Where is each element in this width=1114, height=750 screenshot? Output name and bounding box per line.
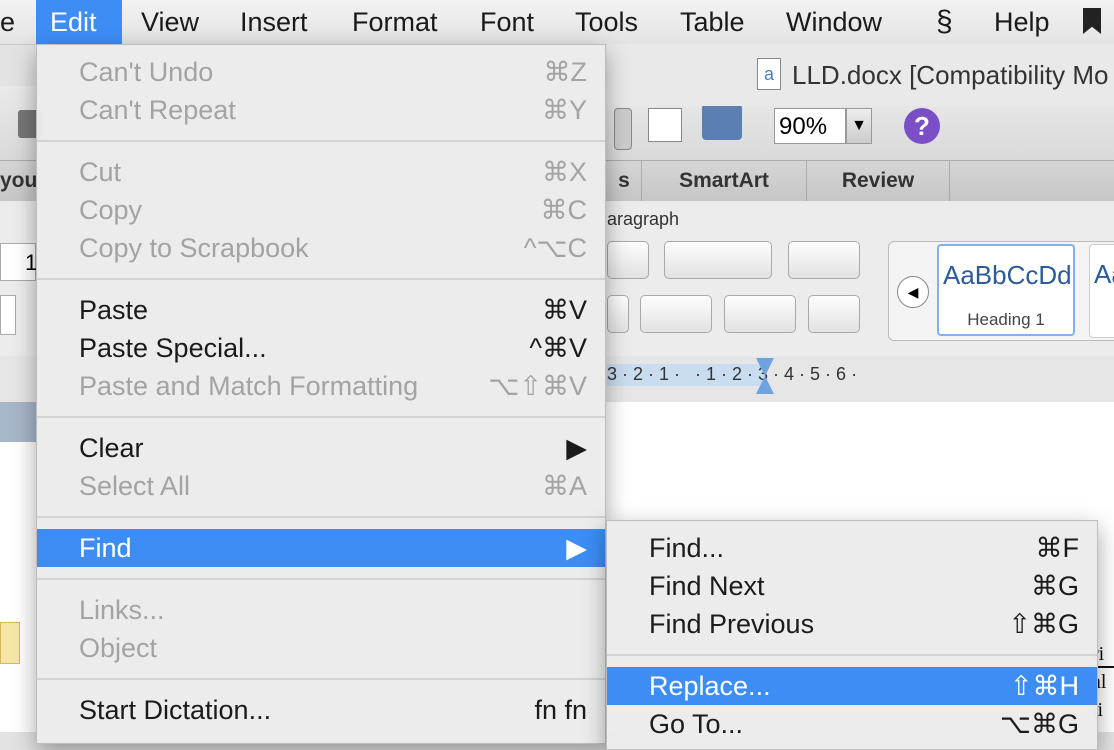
sticky-note-icon xyxy=(0,622,20,664)
menu-help[interactable]: Help xyxy=(980,0,1064,44)
document-icon: a xyxy=(757,58,781,90)
edit-menu: Can't Undo ⌘Z Can't Repeat ⌘Y Cut ⌘X Copy ⌘C… xyxy=(36,44,606,744)
menu-item-replace[interactable]: Replace... ⇧⌘H xyxy=(607,667,1097,705)
submenu-arrow-icon: ▶ xyxy=(566,433,587,463)
sort-button[interactable] xyxy=(808,295,860,333)
tab-layout[interactable]: you xyxy=(0,161,37,201)
table-icon[interactable] xyxy=(648,108,682,142)
submenu-arrow-icon: ▶ xyxy=(566,533,587,563)
menu-item-go-to[interactable]: Go To... ⌥⌘G xyxy=(607,705,1097,743)
menu-window[interactable]: Window xyxy=(772,0,896,44)
zoom-field[interactable]: 90% xyxy=(774,108,846,144)
find-submenu: Find... ⌘F Find Next ⌘G Find Previous ⇧⌘G R… xyxy=(606,520,1098,750)
menu-separator xyxy=(607,654,1097,656)
menu-item-paste-special[interactable]: Paste Special... ^⌘V xyxy=(37,329,605,367)
borders-button[interactable] xyxy=(724,295,796,333)
menu-item-object[interactable]: Object xyxy=(37,629,605,667)
menu-separator xyxy=(37,278,605,280)
menu-item-start-dictation[interactable]: Start Dictation... fn fn xyxy=(37,691,605,729)
indent-buttons[interactable] xyxy=(664,241,772,279)
columns-button[interactable] xyxy=(788,241,860,279)
tab-smartart[interactable]: SmartArt xyxy=(642,161,807,201)
paragraph-group-label: aragraph xyxy=(607,209,680,229)
font-size-field[interactable]: 1 xyxy=(0,243,37,281)
style-next[interactable]: Aa xyxy=(1089,244,1114,338)
menu-item-find-dialog[interactable]: Find... ⌘F xyxy=(607,529,1097,567)
menu-edit[interactable]: Edit xyxy=(36,0,122,44)
menu-item-paste-match-formatting[interactable]: Paste and Match Formatting ⌥⇧⌘V xyxy=(37,367,605,405)
menu-insert[interactable]: Insert xyxy=(226,0,322,44)
line-spacing-button[interactable] xyxy=(640,295,712,333)
menu-separator xyxy=(37,678,605,680)
sidebar-strip xyxy=(0,402,36,442)
menu-item-copy-to-scrapbook[interactable]: Copy to Scrapbook ^⌥C xyxy=(37,229,605,267)
style-preview-2: Aa xyxy=(1094,259,1114,289)
menu-item-links[interactable]: Links... xyxy=(37,591,605,629)
menu-format[interactable]: Format xyxy=(338,0,452,44)
justify-button[interactable] xyxy=(607,295,629,333)
style-name: Heading 1 xyxy=(967,310,1045,329)
window-titlebar: a LLD.docx [Compatibility Mo xyxy=(607,44,1114,106)
menu-tools[interactable]: Tools xyxy=(561,0,652,44)
menu-item-undo[interactable]: Can't Undo ⌘Z xyxy=(37,53,605,91)
menu-item-find-previous[interactable]: Find Previous ⇧⌘G xyxy=(607,605,1097,643)
tab-tables[interactable]: s xyxy=(607,161,642,201)
numbering-button[interactable] xyxy=(607,241,649,279)
menu-font[interactable]: Font xyxy=(466,0,548,44)
menu-item-find[interactable]: Find ▶ xyxy=(37,529,605,567)
menu-separator xyxy=(37,140,605,142)
menu-item-cut[interactable]: Cut ⌘X xyxy=(37,153,605,191)
style-heading-1[interactable]: AaBbCcDd Heading 1 xyxy=(937,244,1075,336)
menu-item-copy[interactable]: Copy ⌘C xyxy=(37,191,605,229)
ruler-scale: 3 · 2 · 1 · · 1 · 2 · 3 · 4 · 5 · 6 · xyxy=(607,364,858,384)
zoom-dropdown-icon[interactable]: ▼ xyxy=(846,108,872,144)
menu-item-select-all[interactable]: Select All ⌘A xyxy=(37,467,605,505)
styles-gallery: ◀ AaBbCcDd Heading 1 Aa xyxy=(888,241,1114,341)
toolbar-dropdown-arrow[interactable] xyxy=(614,108,632,150)
gallery-prev-icon[interactable]: ◀ xyxy=(897,276,929,308)
menu-item-clear[interactable]: Clear ▶ xyxy=(37,429,605,467)
menu-file[interactable]: e xyxy=(0,0,29,44)
menu-separator xyxy=(37,578,605,580)
ribbon-partial-button[interactable] xyxy=(0,295,16,335)
menu-separator xyxy=(37,516,605,518)
media-browser-icon[interactable] xyxy=(702,104,742,140)
menu-item-paste[interactable]: Paste ⌘V xyxy=(37,291,605,329)
menu-item-find-next[interactable]: Find Next ⌘G xyxy=(607,567,1097,605)
tab-review[interactable]: Review xyxy=(807,161,950,201)
bookmark-icon[interactable] xyxy=(1083,8,1101,34)
menu-view[interactable]: View xyxy=(127,0,213,44)
script-icon[interactable]: § xyxy=(922,0,967,44)
window-title: LLD.docx [Compatibility Mo xyxy=(792,60,1109,90)
help-icon[interactable]: ? xyxy=(904,108,940,144)
menu-item-repeat[interactable]: Can't Repeat ⌘Y xyxy=(37,91,605,129)
menu-separator xyxy=(37,416,605,418)
menu-bar: e Edit View Insert Format Font Tools Tab… xyxy=(0,0,1114,45)
style-preview: AaBbCcDd xyxy=(943,260,1072,290)
menu-table[interactable]: Table xyxy=(666,0,759,44)
